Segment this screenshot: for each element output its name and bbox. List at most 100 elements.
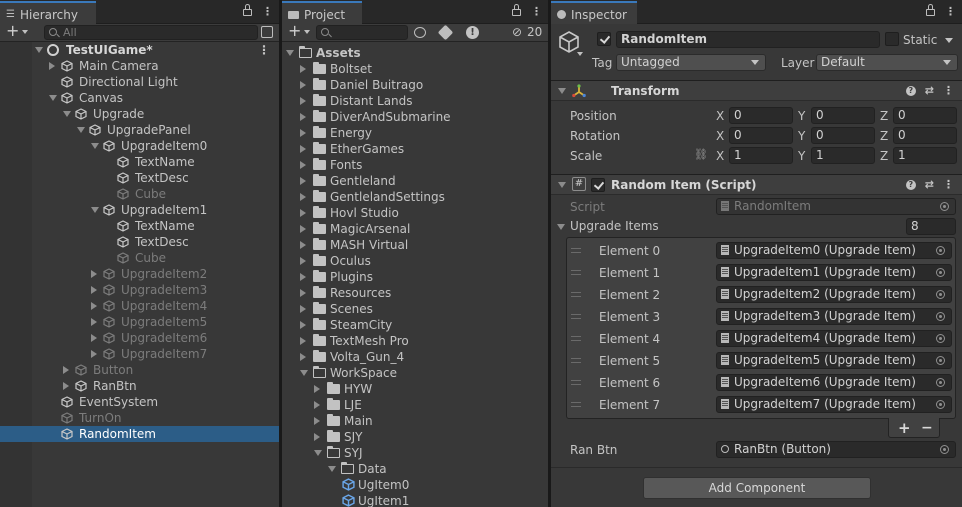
project-item[interactable]: Main (282, 413, 548, 429)
hierarchy-item[interactable]: UpgradeItem3 (0, 282, 279, 298)
chevron-down-icon[interactable] (91, 143, 99, 149)
chevron-right-icon[interactable] (91, 350, 97, 358)
chevron-right-icon[interactable] (63, 382, 69, 390)
project-item[interactable]: HYW (282, 381, 548, 397)
chevron-right-icon[interactable] (49, 62, 55, 70)
scene-kebab-menu-icon[interactable]: ⋮ (258, 42, 270, 58)
chevron-right-icon[interactable] (300, 257, 306, 265)
chevron-down-icon[interactable] (49, 95, 57, 101)
add-button[interactable]: + (288, 21, 301, 40)
project-item[interactable]: MASH Virtual (282, 237, 548, 253)
tab-inspector[interactable]: Inspector (551, 1, 637, 24)
project-item[interactable]: Energy (282, 125, 548, 141)
chevron-right-icon[interactable] (300, 241, 306, 249)
kebab-menu-icon[interactable]: ⋮ (945, 5, 956, 18)
lock-icon[interactable] (243, 4, 252, 16)
hierarchy-item[interactable]: RandomItem (0, 426, 279, 442)
chevron-right-icon[interactable] (300, 177, 306, 185)
chevron-right-icon[interactable] (91, 270, 97, 278)
chevron-right-icon[interactable] (91, 334, 97, 342)
project-item[interactable]: WorkSpace (282, 365, 548, 381)
hierarchy-item[interactable]: Button (0, 362, 279, 378)
scene-row[interactable]: TestUIGame* ⋮ (0, 42, 279, 58)
add-dropdown-arrow-icon[interactable] (22, 30, 28, 34)
chevron-right-icon[interactable] (63, 366, 69, 374)
hierarchy-search-input[interactable]: All (44, 25, 258, 40)
project-item[interactable]: UgItem1 (282, 493, 548, 507)
chevron-right-icon[interactable] (314, 401, 320, 409)
warning-filter-icon[interactable]: ! (466, 26, 479, 39)
chevron-right-icon[interactable] (91, 302, 97, 310)
chevron-right-icon[interactable] (91, 318, 97, 326)
hierarchy-item[interactable]: UpgradeItem5 (0, 314, 279, 330)
project-item[interactable]: Plugins (282, 269, 548, 285)
hierarchy-item[interactable]: Cube (0, 186, 279, 202)
chevron-down-icon[interactable] (328, 466, 336, 472)
chevron-down-icon[interactable] (63, 111, 71, 117)
project-item[interactable]: Oculus (282, 253, 548, 269)
chevron-down-icon[interactable] (77, 127, 85, 133)
project-item[interactable]: EtherGames (282, 141, 548, 157)
chevron-right-icon[interactable] (300, 305, 306, 313)
project-item[interactable]: Boltset (282, 61, 548, 77)
hierarchy-item[interactable]: TextDesc (0, 170, 279, 186)
hierarchy-item[interactable]: EventSystem (0, 394, 279, 410)
chevron-right-icon[interactable] (300, 161, 306, 169)
chevron-down-icon[interactable] (286, 50, 294, 56)
chevron-down-icon[interactable] (300, 370, 308, 376)
hierarchy-item[interactable]: RanBtn (0, 378, 279, 394)
chevron-right-icon[interactable] (314, 385, 320, 393)
hierarchy-item[interactable]: Directional Light (0, 74, 279, 90)
hierarchy-item[interactable]: UpgradeItem1 (0, 202, 279, 218)
chevron-right-icon[interactable] (300, 193, 306, 201)
project-item[interactable]: Fonts (282, 157, 548, 173)
project-item[interactable]: Hovl Studio (282, 205, 548, 221)
chevron-right-icon[interactable] (300, 113, 306, 121)
project-item[interactable]: LJE (282, 397, 548, 413)
chevron-right-icon[interactable] (300, 337, 306, 345)
project-item[interactable]: GentlelandSettings (282, 189, 548, 205)
chevron-right-icon[interactable] (300, 81, 306, 89)
project-item[interactable]: SYJ (282, 445, 548, 461)
chevron-right-icon[interactable] (300, 225, 306, 233)
hierarchy-item[interactable]: TextName (0, 154, 279, 170)
hierarchy-item[interactable]: UpgradeItem4 (0, 298, 279, 314)
search-by-type-icon[interactable] (414, 27, 426, 38)
hierarchy-item[interactable]: UpgradeItem0 (0, 138, 279, 154)
chevron-right-icon[interactable] (314, 433, 320, 441)
project-item[interactable]: TextMesh Pro (282, 333, 548, 349)
hierarchy-item[interactable]: TextName (0, 218, 279, 234)
scene-visibility-icon[interactable] (261, 26, 273, 38)
lock-icon[interactable] (512, 4, 521, 16)
hierarchy-item[interactable]: Upgrade (0, 106, 279, 122)
project-item[interactable]: Volta_Gun_4 (282, 349, 548, 365)
chevron-right-icon[interactable] (300, 97, 306, 105)
project-item[interactable]: Assets (282, 45, 548, 61)
project-item[interactable]: Data (282, 461, 548, 477)
chevron-right-icon[interactable] (300, 145, 306, 153)
chevron-right-icon[interactable] (300, 129, 306, 137)
project-item[interactable]: Resources (282, 285, 548, 301)
lock-icon[interactable] (926, 4, 935, 16)
project-item[interactable]: Scenes (282, 301, 548, 317)
chevron-right-icon[interactable] (300, 321, 306, 329)
chevron-down-icon[interactable] (91, 207, 99, 213)
project-item[interactable]: DiverAndSubmarine (282, 109, 548, 125)
hierarchy-item[interactable]: Canvas (0, 90, 279, 106)
chevron-right-icon[interactable] (300, 273, 306, 281)
chevron-right-icon[interactable] (91, 286, 97, 294)
project-item[interactable]: Daniel Buitrago (282, 77, 548, 93)
hierarchy-item[interactable]: UpgradePanel (0, 122, 279, 138)
hierarchy-item[interactable]: TurnOn (0, 410, 279, 426)
hierarchy-item[interactable]: UpgradeItem7 (0, 346, 279, 362)
chevron-down-icon[interactable] (35, 47, 43, 53)
search-by-label-icon[interactable] (437, 24, 454, 41)
hierarchy-item[interactable]: UpgradeItem6 (0, 330, 279, 346)
hierarchy-item[interactable]: TextDesc (0, 234, 279, 250)
chevron-right-icon[interactable] (300, 289, 306, 297)
hidden-packages-icon[interactable]: ⊘ (512, 25, 522, 39)
chevron-right-icon[interactable] (300, 209, 306, 217)
project-item[interactable]: Gentleland (282, 173, 548, 189)
hierarchy-item[interactable]: Cube (0, 250, 279, 266)
hierarchy-item[interactable]: Main Camera (0, 58, 279, 74)
